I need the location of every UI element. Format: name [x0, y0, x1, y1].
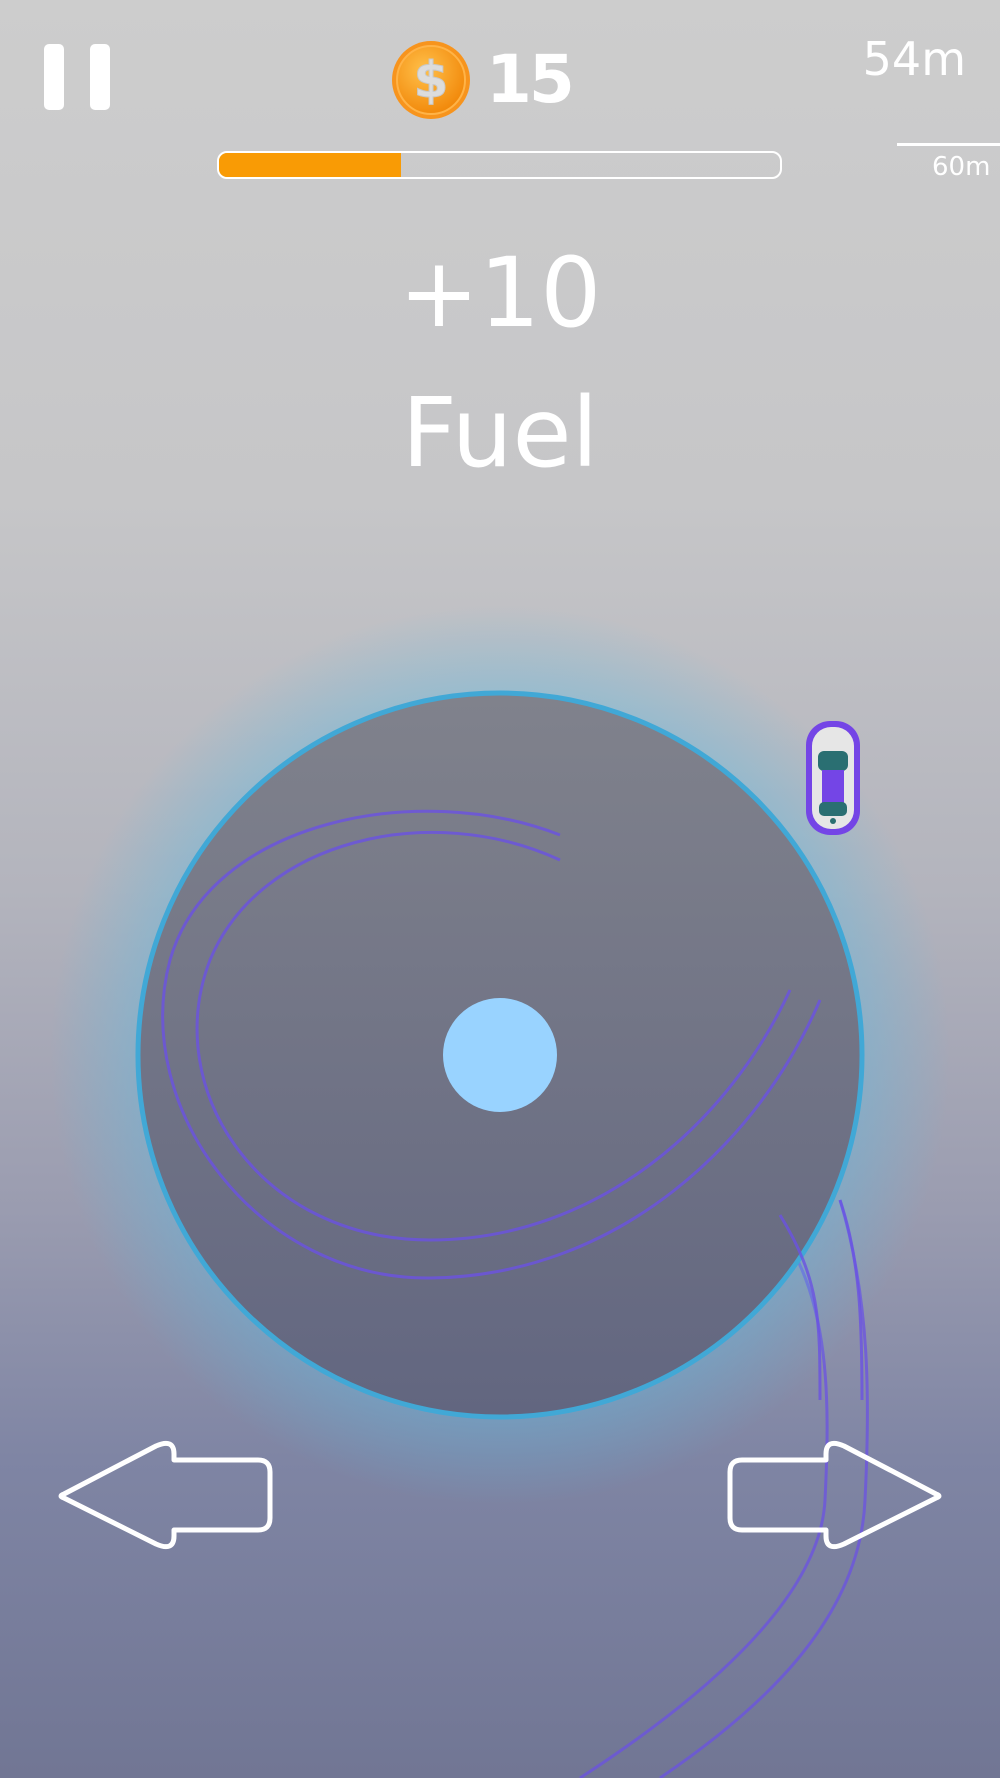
coin-counter: $ 15 — [390, 38, 575, 122]
coin-icon: $ — [392, 41, 470, 119]
pause-button[interactable] — [44, 44, 110, 110]
fuel-progress-fill — [219, 153, 402, 177]
bonus-label: Fuel — [401, 377, 599, 489]
steer-left-button[interactable] — [56, 1430, 276, 1555]
distance-readout: 54m — [862, 32, 966, 86]
arrow-right-icon — [727, 1440, 942, 1550]
hud: $ 15 54m 60m — [0, 0, 1000, 200]
steer-right-button[interactable] — [724, 1430, 944, 1555]
playfield — [50, 605, 950, 1778]
target-distance-label: 60m — [932, 152, 991, 182]
svg-text:$: $ — [414, 51, 449, 109]
pause-icon — [44, 44, 64, 110]
bonus-amount: +10 — [398, 237, 602, 349]
player-car — [806, 721, 860, 835]
coin-count: 15 — [486, 41, 575, 118]
target-marker-line — [897, 143, 1000, 146]
arrow-left-icon — [58, 1440, 273, 1550]
platform-center — [443, 998, 557, 1112]
fuel-progress-bar — [217, 151, 782, 179]
